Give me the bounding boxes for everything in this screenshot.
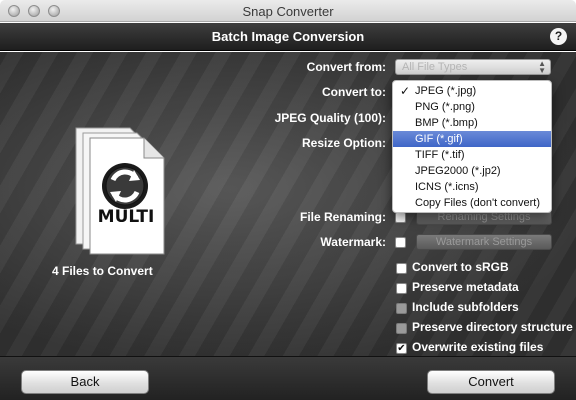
menu-item-copy-files[interactable]: Copy Files (don't convert)	[393, 195, 551, 211]
menu-item-jpeg[interactable]: ✓ JPEG (*.jpg)	[393, 83, 551, 99]
convert-from-label: Convert from:	[306, 60, 386, 74]
back-button[interactable]: Back	[21, 370, 149, 394]
help-button[interactable]: ?	[550, 28, 567, 45]
watermark-settings-button: Watermark Settings	[416, 234, 552, 250]
menu-item-label: TIFF (*.tif)	[415, 149, 465, 161]
header-bar: Batch Image Conversion ?	[0, 23, 576, 51]
menu-item-icns[interactable]: ICNS (*.icns)	[393, 179, 551, 195]
include-subfolders-label: Include subfolders	[412, 300, 519, 314]
convert-srgb-checkbox[interactable]	[396, 263, 407, 274]
menu-item-jpeg2000[interactable]: JPEG2000 (*.jp2)	[393, 163, 551, 179]
menu-item-label: GIF (*.gif)	[415, 133, 463, 145]
convert-to-menu: ✓ JPEG (*.jpg) PNG (*.png) BMP (*.bmp) G…	[392, 80, 552, 213]
resize-option-label: Resize Option:	[301, 136, 386, 150]
menu-item-label: ICNS (*.icns)	[415, 181, 479, 193]
convert-from-popup: All File Types ▲ ▼	[395, 59, 551, 75]
menu-item-label: BMP (*.bmp)	[415, 117, 478, 129]
convert-button[interactable]: Convert	[427, 370, 555, 394]
preserve-metadata-checkbox[interactable]	[396, 283, 407, 294]
files-count-label: 4 Files to Convert	[52, 264, 153, 278]
checkmark-icon: ✓	[400, 84, 411, 98]
menu-item-bmp[interactable]: BMP (*.bmp)	[393, 115, 551, 131]
menu-item-label: JPEG2000 (*.jp2)	[415, 165, 501, 177]
overwrite-files-label: Overwrite existing files	[412, 340, 544, 354]
window-title: Snap Converter	[242, 4, 334, 19]
watermark-checkbox[interactable]	[395, 237, 406, 248]
footer-bar: Back Convert	[0, 356, 576, 400]
include-subfolders-checkbox	[396, 303, 407, 314]
jpeg-quality-label: JPEG Quality (100):	[274, 111, 386, 125]
preserve-directory-checkbox	[396, 323, 407, 334]
preserve-directory-label: Preserve directory structure	[412, 320, 573, 334]
overwrite-files-checkbox[interactable]: ✔	[396, 343, 407, 354]
app-window: Snap Converter Batch Image Conversion ? …	[0, 0, 576, 400]
file-icon-badge: MULTI	[97, 207, 155, 227]
convert-srgb-label: Convert to sRGB	[412, 260, 509, 274]
menu-item-png[interactable]: PNG (*.png)	[393, 99, 551, 115]
file-renaming-checkbox[interactable]	[395, 212, 406, 223]
menu-item-gif[interactable]: GIF (*.gif)	[393, 131, 551, 147]
menu-item-label: PNG (*.png)	[415, 101, 475, 113]
watermark-label: Watermark:	[320, 235, 386, 249]
convert-to-label: Convert to:	[322, 85, 386, 99]
page-title: Batch Image Conversion	[211, 29, 365, 44]
convert-from-value: All File Types	[402, 61, 468, 73]
main-content: MULTI 4 Files to Convert Convert from: A…	[0, 52, 576, 356]
multi-file-icon	[75, 127, 165, 255]
chevron-updown-icon: ▲ ▼	[538, 59, 546, 75]
menu-item-label: Copy Files (don't convert)	[415, 197, 540, 209]
menu-item-label: JPEG (*.jpg)	[415, 85, 477, 97]
file-renaming-label: File Renaming:	[299, 210, 386, 224]
menu-item-tiff[interactable]: TIFF (*.tif)	[393, 147, 551, 163]
preserve-metadata-label: Preserve metadata	[412, 280, 519, 294]
title-bar: Snap Converter	[0, 0, 576, 22]
